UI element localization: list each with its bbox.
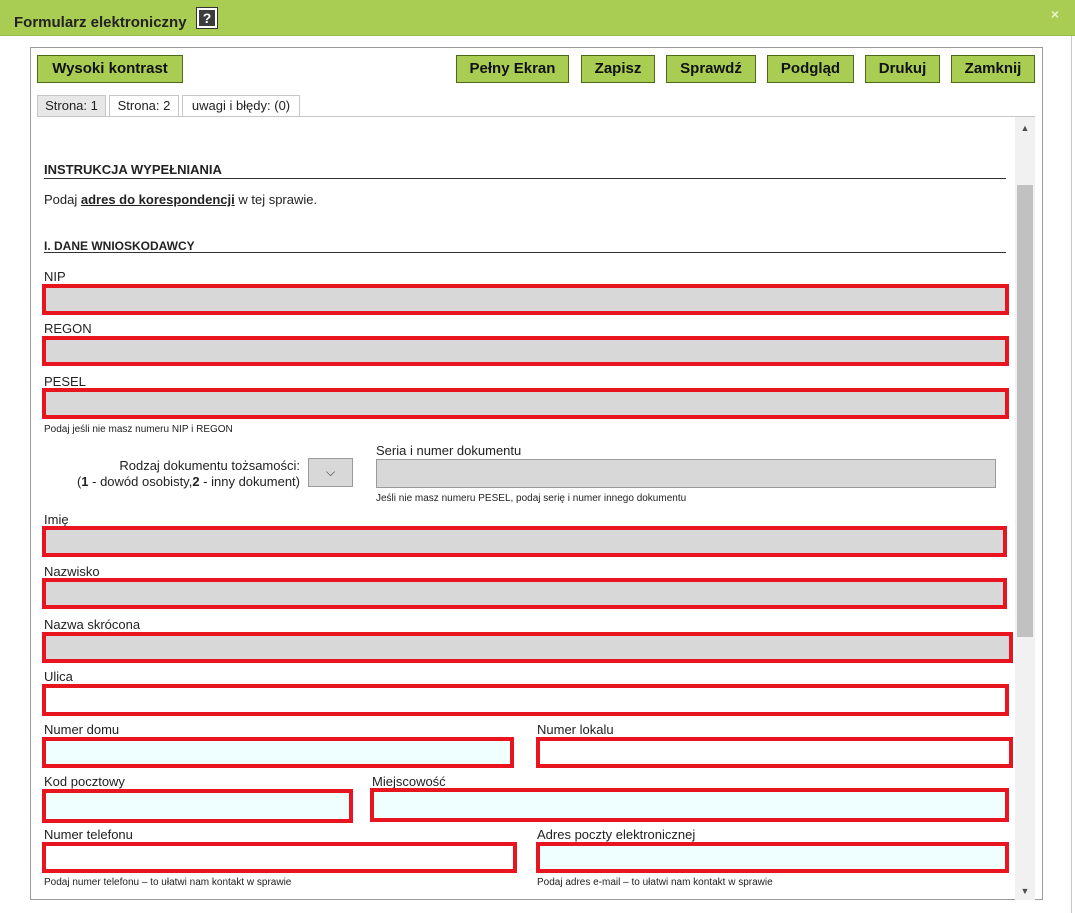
phone-label: Numer telefonu: [44, 827, 133, 842]
content-scrollbar[interactable]: ▲ ▼: [1015, 117, 1035, 900]
instructions-text-start: Podaj: [44, 192, 81, 207]
doc-type-label: Rodzaj dokumentu tożsamości: (1 - dowód …: [60, 458, 300, 490]
fullscreen-button[interactable]: Pełny Ekran: [456, 55, 569, 83]
tab-page-2[interactable]: Strona: 2: [109, 95, 179, 116]
help-icon[interactable]: ?: [196, 7, 218, 29]
section1-divider: [44, 252, 1006, 253]
doc-type-select[interactable]: ⌵: [308, 458, 353, 487]
preview-button[interactable]: Podgląd: [767, 55, 854, 83]
doc-series-hint: Jeśli nie masz numeru PESEL, podaj serię…: [376, 493, 687, 504]
phone-hint: Podaj numer telefonu – to ułatwi nam kon…: [44, 877, 292, 888]
street-label: Ulica: [44, 669, 73, 684]
check-button[interactable]: Sprawdź: [666, 55, 756, 83]
doc-series-label: Seria i numer dokumentu: [376, 443, 522, 458]
first-name-label: Imię: [44, 512, 69, 527]
last-name-field[interactable]: [42, 578, 1007, 609]
close-icon[interactable]: ×: [1051, 6, 1059, 22]
email-field[interactable]: [536, 842, 1009, 873]
pesel-field[interactable]: [42, 388, 1009, 419]
instructions-heading: INSTRUKCJA WYPEŁNIANIA: [44, 162, 222, 177]
scroll-up-arrow-icon[interactable]: ▲: [1015, 119, 1035, 137]
house-no-label: Numer domu: [44, 722, 120, 737]
regon-field[interactable]: [42, 336, 1009, 366]
window-titlebar: Formularz elektroniczny ? ×: [0, 0, 1075, 36]
high-contrast-button[interactable]: Wysoki kontrast: [37, 55, 183, 83]
street-field[interactable]: [42, 684, 1009, 716]
last-name-label: Nazwisko: [44, 564, 100, 579]
doc-type-code-2: 2: [192, 474, 200, 489]
section1-heading: I. DANE WNIOSKODAWCY: [44, 239, 195, 253]
email-label: Adres poczty elektronicznej: [537, 827, 696, 842]
postal-code-field[interactable]: [42, 789, 353, 823]
doc-type-other-doc: - inny dokument): [199, 474, 300, 489]
nip-field[interactable]: [42, 284, 1009, 315]
house-no-field[interactable]: [42, 737, 514, 768]
pesel-label: PESEL: [44, 374, 86, 389]
city-field[interactable]: [370, 788, 1009, 822]
scroll-thumb[interactable]: [1017, 185, 1033, 637]
close-button[interactable]: Zamknij: [951, 55, 1035, 83]
doc-series-field[interactable]: [376, 459, 996, 488]
city-label: Miejscowość: [372, 774, 446, 789]
chevron-down-icon: ⌵: [325, 465, 336, 479]
email-hint: Podaj adres e-mail – to ułatwi nam konta…: [537, 877, 773, 888]
save-button[interactable]: Zapisz: [581, 55, 655, 83]
short-name-label: Nazwa skrócona: [44, 617, 141, 632]
content-divider: [37, 116, 1035, 117]
regon-label: REGON: [44, 321, 92, 336]
instructions-text-emphasis: adres do korespondencji: [80, 192, 235, 207]
doc-type-code-1: 1: [81, 474, 89, 489]
scroll-down-arrow-icon[interactable]: ▼: [1015, 882, 1035, 900]
doc-type-label-line1: Rodzaj dokumentu tożsamości:: [119, 458, 300, 473]
phone-field[interactable]: [42, 842, 517, 873]
flat-no-field[interactable]: [536, 737, 1013, 768]
tab-page-1[interactable]: Strona: 1: [37, 95, 106, 116]
nip-label: NIP: [44, 269, 66, 284]
first-name-field[interactable]: [42, 526, 1007, 557]
instructions-text-end: w tej sprawie.: [234, 192, 318, 207]
window-title: Formularz elektroniczny: [14, 14, 187, 31]
print-button[interactable]: Drukuj: [865, 55, 940, 83]
tab-remarks-errors[interactable]: uwagi i błędy: (0): [182, 95, 300, 116]
short-name-field[interactable]: [42, 632, 1013, 663]
instructions-divider: [44, 178, 1006, 179]
pesel-hint: Podaj jeśli nie masz numeru NIP i REGON: [44, 424, 233, 435]
postal-code-label: Kod pocztowy: [44, 774, 125, 789]
flat-no-label: Numer lokalu: [537, 722, 614, 737]
window-edge: [1071, 36, 1072, 913]
instructions-text: Podaj adres do korespondencji w tej spra…: [44, 192, 317, 207]
doc-type-id-card: - dowód osobisty,: [88, 474, 193, 489]
